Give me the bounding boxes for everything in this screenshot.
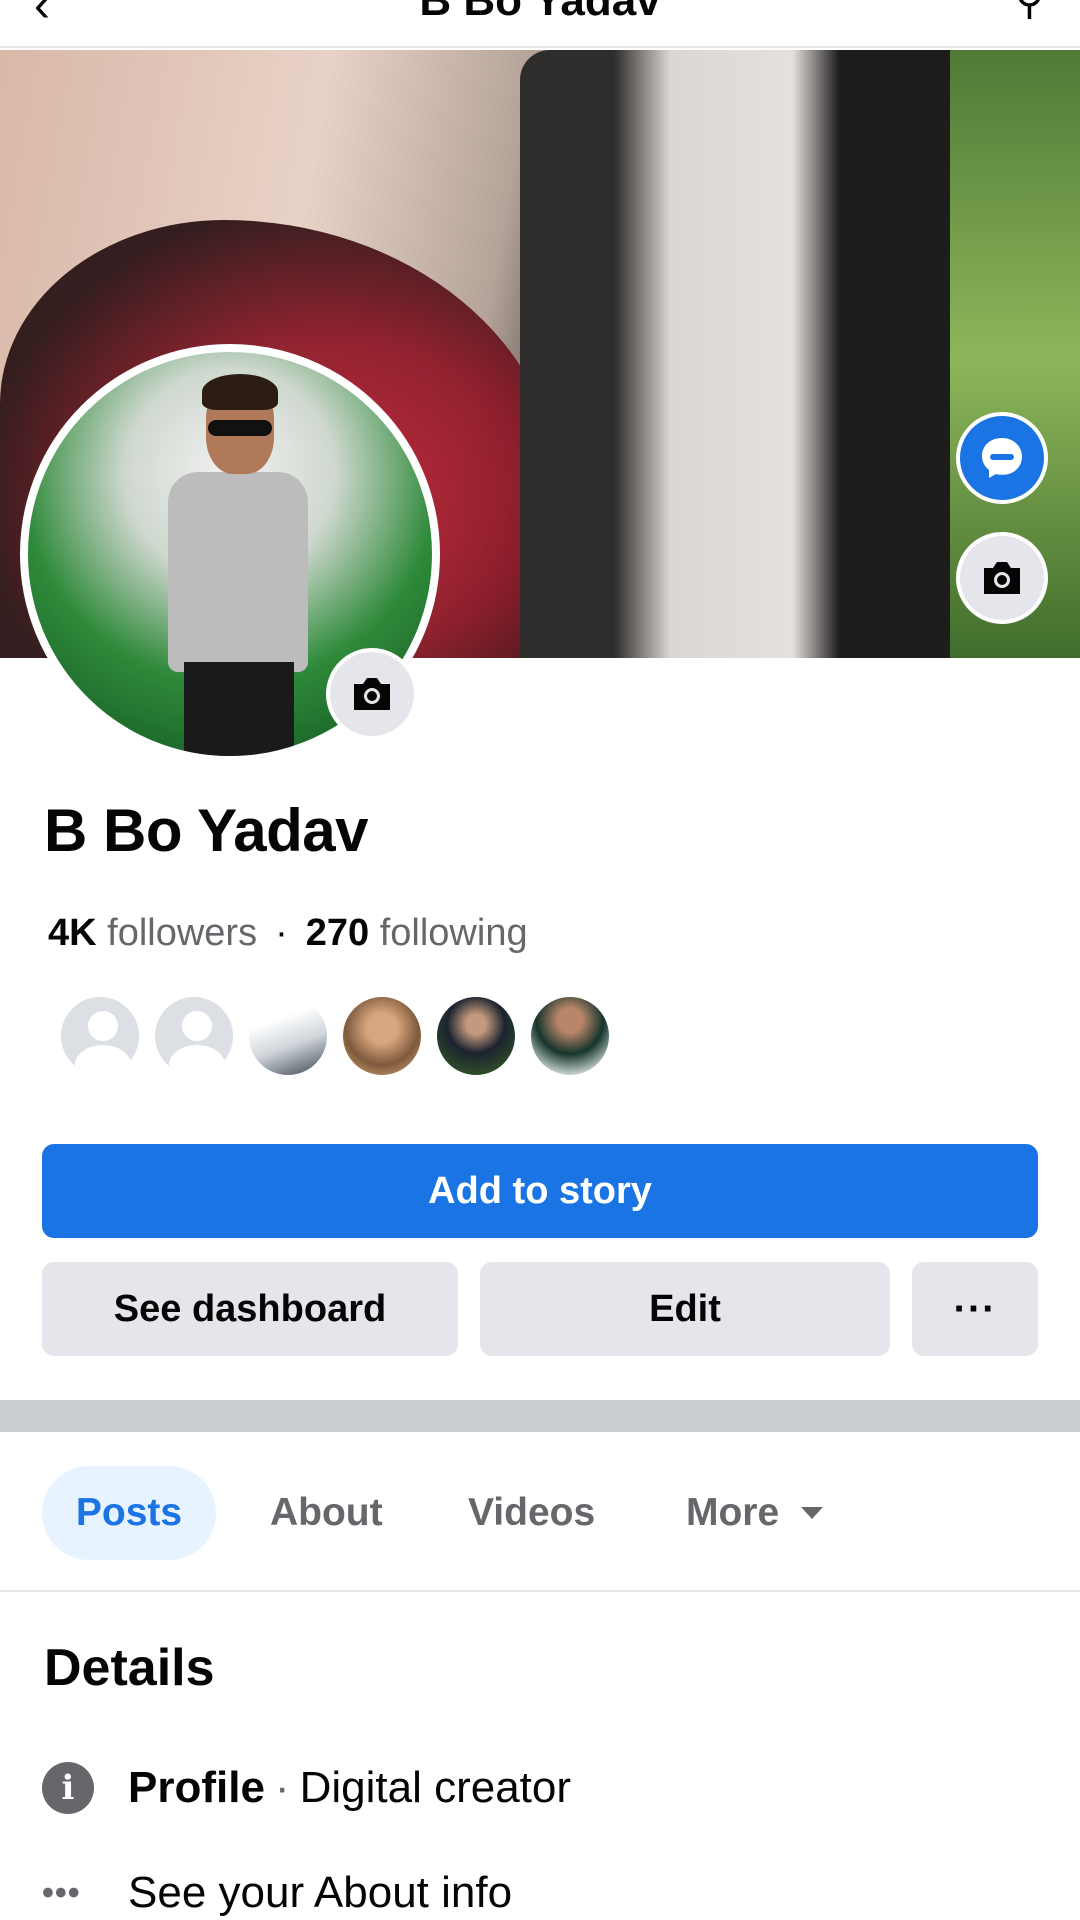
followers-link[interactable]: 4K followers [48,912,257,954]
friend-avatar-5[interactable] [434,994,518,1078]
avatar-pants [184,662,294,756]
follow-stats: 4K followers · 270 following [48,912,528,955]
stats-separator: · [275,912,288,954]
avatar-glasses [208,420,272,436]
followers-count: 4K [48,912,97,954]
camera-icon [984,562,1020,594]
tab-posts[interactable]: Posts [42,1466,216,1560]
cover-person-shape [520,50,990,658]
detail-profile-category[interactable]: i Profile · Digital creator [42,1762,571,1814]
friend-avatar-3[interactable] [246,994,330,1078]
messenger-icon [982,438,1022,478]
see-about-info-label: See your About info [128,1868,513,1917]
top-app-bar: ‹ B Bo Yadav ⚲ [0,0,1080,48]
following-label: following [379,912,528,954]
tab-more[interactable]: More [686,1466,824,1560]
friend-avatar-6[interactable] [528,994,612,1078]
detail-label: Profile [128,1763,265,1812]
messenger-button[interactable] [956,412,1048,504]
see-about-info-link[interactable]: ••• See your About info [42,1868,512,1918]
person-placeholder-icon [182,1011,212,1041]
more-dots-icon: ••• [42,1873,81,1912]
caret-down-icon [801,1507,824,1519]
detail-value: Digital creator [299,1763,572,1812]
friend-avatar-4[interactable] [340,994,424,1078]
friend-avatar-2[interactable] [152,994,236,1078]
add-to-story-button[interactable]: Add to story [42,1144,1038,1238]
following-link[interactable]: 270 following [306,912,528,954]
edit-profile-button[interactable]: Edit [480,1262,890,1356]
detail-separator: · [274,1763,290,1812]
tab-more-label: More [686,1491,780,1534]
section-divider [0,1400,1080,1432]
info-icon: i [42,1762,94,1814]
followers-label: followers [107,912,258,954]
person-placeholder-body [75,1045,131,1075]
person-placeholder-icon [88,1011,118,1041]
avatar-hair [202,374,278,410]
search-icon[interactable]: ⚲ [1015,0,1044,24]
more-options-button[interactable]: ··· [912,1262,1038,1356]
following-count: 270 [305,912,370,954]
profile-tabs: Posts About Videos More [0,1432,1080,1592]
details-heading: Details [44,1639,215,1697]
person-placeholder-body [169,1045,225,1075]
camera-icon [354,678,390,710]
avatar-person-shape [168,374,308,756]
avatar-shirt [168,472,308,672]
profile-name: B Bo Yadav [44,797,369,864]
avatar-camera-button[interactable] [326,648,418,740]
tab-videos[interactable]: Videos [468,1466,595,1560]
cover-camera-button[interactable] [956,532,1048,624]
friend-avatar-1[interactable] [58,994,142,1078]
tab-about[interactable]: About [270,1466,383,1560]
see-dashboard-button[interactable]: See dashboard [42,1262,458,1356]
page-title: B Bo Yadav [419,0,661,25]
